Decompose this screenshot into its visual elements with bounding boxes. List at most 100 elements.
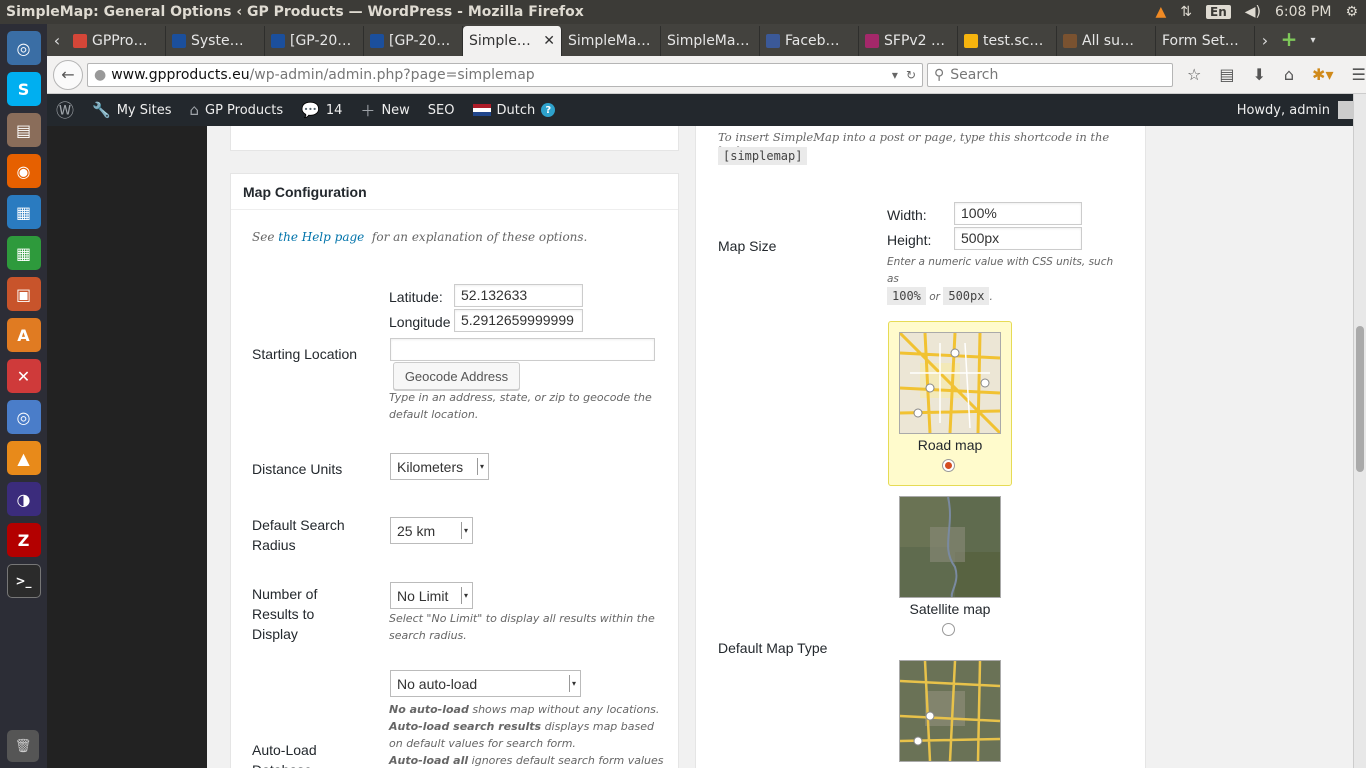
browser-tab[interactable]: Faceb…: [760, 26, 859, 56]
skype-icon[interactable]: S: [6, 72, 41, 106]
chromium-icon[interactable]: ◎: [6, 400, 41, 434]
height-input[interactable]: 500px: [954, 227, 1082, 250]
settings-gear-icon[interactable]: ⚙: [1345, 4, 1358, 20]
help-page-link[interactable]: the Help page: [278, 230, 364, 244]
new-tab-plus-icon[interactable]: +: [1275, 24, 1303, 56]
results-select[interactable]: No Limit ▾: [390, 582, 473, 609]
tab-scroll-left-icon[interactable]: ‹: [47, 24, 67, 56]
vlc-icon[interactable]: ▲: [6, 441, 41, 475]
wordpress-logo-icon[interactable]: Ⓦ: [47, 94, 83, 126]
width-label: Width:: [887, 207, 927, 223]
hybrid-map-thumbnail[interactable]: [899, 660, 1001, 762]
road-map-thumbnail[interactable]: [898, 331, 1002, 435]
network-icon[interactable]: ⇅: [1180, 4, 1192, 20]
latitude-input[interactable]: 52.132633: [454, 284, 583, 307]
browser-tab[interactable]: All su…: [1057, 26, 1156, 56]
autoload-desc2-bold: Auto-load search results: [389, 720, 542, 733]
user-icon: [1063, 34, 1077, 48]
eclipse-icon[interactable]: ◑: [6, 482, 41, 516]
road-map-radio[interactable]: [942, 459, 955, 472]
browser-tab[interactable]: Syste…: [166, 26, 265, 56]
autoload-label: Auto-Load Database: [252, 742, 317, 768]
trash-icon[interactable]: 🗑: [7, 730, 39, 762]
volume-icon[interactable]: ◀): [1245, 4, 1261, 20]
site-name-menu[interactable]: ⌂ GP Products: [180, 94, 292, 126]
shortcode-code: [simplemap]: [718, 147, 808, 165]
tab-label: Syste…: [191, 33, 244, 49]
downloads-icon[interactable]: ⬇: [1252, 65, 1265, 84]
width-input[interactable]: 100%: [954, 202, 1082, 225]
autoload-description: No auto-load shows map without any locat…: [389, 701, 669, 768]
browser-tab[interactable]: SFPv2 …: [859, 26, 958, 56]
calc-icon[interactable]: ▦: [6, 236, 41, 270]
files-icon[interactable]: ▤: [6, 113, 41, 147]
address-input[interactable]: [390, 338, 655, 361]
comments-menu[interactable]: 💬 14: [292, 94, 351, 126]
window-title-bar: SimpleMap: General Options ‹ GP Products…: [0, 0, 1366, 24]
writer-icon[interactable]: ▦: [6, 195, 41, 229]
browser-tab[interactable]: SimpleMa…: [562, 26, 661, 56]
clock[interactable]: 6:08 PM: [1275, 4, 1331, 20]
browser-tab[interactable]: Form Set…: [1156, 26, 1255, 56]
tab-scroll-right-icon[interactable]: ›: [1255, 24, 1275, 56]
help-question-icon[interactable]: ?: [541, 103, 556, 117]
browser-tab[interactable]: test.sc…: [958, 26, 1057, 56]
new-content-menu[interactable]: ＋ New: [351, 94, 418, 126]
bookmark-star-icon[interactable]: ☆: [1187, 65, 1201, 84]
close-tab-icon[interactable]: ✕: [543, 33, 555, 49]
browser-tab[interactable]: GPPro…: [67, 26, 166, 56]
search-bar[interactable]: ⚲ Search: [927, 62, 1173, 87]
browser-tab[interactable]: Simple… ✕: [463, 26, 562, 56]
distance-units-select[interactable]: Kilometers ▾: [390, 453, 489, 480]
yoast-icon: [865, 34, 879, 48]
navigation-toolbar: ← ● www.gpproducts.eu/wp-admin/admin.php…: [47, 56, 1366, 94]
filezilla-icon[interactable]: Z: [6, 523, 41, 557]
url-bar[interactable]: ● www.gpproducts.eu/wp-admin/admin.php?p…: [87, 62, 923, 87]
satellite-map-thumbnail[interactable]: [899, 496, 1001, 598]
satellite-map-radio[interactable]: [942, 623, 955, 636]
admin-content-area: Map Configuration See the Help page for …: [47, 126, 1353, 768]
geocode-address-button[interactable]: Geocode Address: [393, 362, 520, 390]
language-menu[interactable]: Dutch ?: [464, 94, 565, 126]
page-scrollbar[interactable]: [1353, 94, 1366, 768]
joomla-icon: [271, 34, 285, 48]
reload-icon[interactable]: ↻: [906, 68, 916, 82]
toolbar-buttons: ☆ ▤ ⬇ ⌂ ✱▾ ☰: [1187, 65, 1366, 84]
software-center-icon[interactable]: A: [6, 318, 41, 352]
tab-list-icon[interactable]: ▾: [1303, 24, 1323, 56]
search-radius-label: Default Search Radius: [252, 517, 345, 553]
dash-home-icon[interactable]: ◎: [6, 31, 41, 65]
site-name-label: GP Products: [205, 102, 284, 118]
vlc-tray-icon[interactable]: ▲: [1156, 4, 1167, 20]
scrollbar-thumb[interactable]: [1356, 326, 1364, 472]
impress-icon[interactable]: ▣: [6, 277, 41, 311]
extension-icon[interactable]: ✱▾: [1312, 65, 1333, 84]
firefox-icon[interactable]: ◉: [6, 154, 41, 188]
back-arrow-icon[interactable]: ←: [53, 59, 83, 90]
my-sites-menu[interactable]: 🔧 My Sites: [83, 94, 180, 126]
autoload-select[interactable]: No auto-load ▾: [390, 670, 581, 697]
system-settings-icon[interactable]: ✕: [6, 359, 41, 393]
tab-label: [GP-20…: [389, 33, 451, 49]
menu-hamburger-icon[interactable]: ☰: [1351, 65, 1365, 84]
starting-location-label: Starting Location: [252, 346, 358, 362]
home-icon[interactable]: ⌂: [1284, 65, 1294, 84]
browser-tab[interactable]: [GP-20…: [364, 26, 463, 56]
geocode-description: Type in an address, state, or zip to geo…: [389, 391, 652, 421]
hybrid-map-image: [899, 660, 1001, 762]
search-icon: ⚲: [934, 66, 945, 83]
search-radius-select[interactable]: 25 km ▾: [390, 517, 473, 544]
browser-tab[interactable]: SimpleMa…: [661, 26, 760, 56]
seo-menu[interactable]: SEO: [419, 94, 464, 126]
keyboard-language-indicator[interactable]: En: [1206, 5, 1231, 19]
browser-tab[interactable]: [GP-20…: [265, 26, 364, 56]
account-menu[interactable]: Howdy, admin: [1237, 101, 1366, 119]
terminal-icon[interactable]: >_: [6, 564, 41, 598]
chevron-down-icon: ▾: [569, 675, 578, 692]
reading-list-icon[interactable]: ▤: [1219, 65, 1234, 84]
url-dropdown-icon[interactable]: ▾: [892, 68, 898, 82]
longitude-input[interactable]: 5.2912659999999: [454, 309, 583, 332]
chevron-down-icon: ▾: [477, 458, 486, 475]
tab-label: SimpleMa…: [667, 33, 750, 49]
site-info-icon[interactable]: ●: [94, 67, 106, 83]
